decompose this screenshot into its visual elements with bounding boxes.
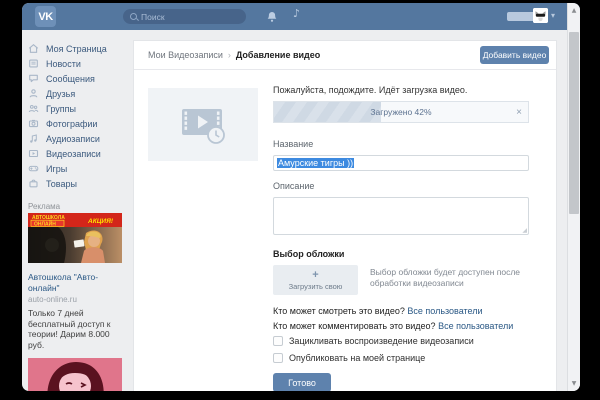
upload-progress-bar: Загружено 42% ×	[273, 101, 529, 123]
add-video-button[interactable]: Добавить видео	[480, 46, 549, 64]
bag-icon	[28, 178, 39, 189]
camera-icon	[28, 118, 39, 129]
music-note-icon	[28, 133, 39, 144]
description-textarea[interactable]: ◢	[273, 197, 529, 235]
news-icon	[28, 58, 39, 69]
publish-on-page-row: Опубликовать на моей странице	[273, 353, 425, 363]
title-label: Название	[273, 139, 313, 149]
breadcrumb-separator: ›	[228, 50, 231, 60]
search-icon	[130, 13, 137, 20]
title-input[interactable]: Амурские тигры ))	[273, 155, 529, 171]
ad-image-2[interactable]	[28, 358, 122, 391]
svg-text:ОНЛАЙН: ОНЛАЙН	[34, 219, 56, 227]
publish-on-page-checkbox[interactable]	[273, 353, 283, 363]
upload-wait-text: Пожалуйста, подождите. Идёт загрузка вид…	[273, 85, 467, 95]
browser-window: VK Поиск ♪ ▾ Моя Страница Новости	[22, 3, 580, 391]
search-placeholder: Поиск	[141, 12, 165, 22]
sidebar-item-messages[interactable]: Сообщения	[28, 71, 148, 86]
screen: VK Поиск ♪ ▾ Моя Страница Новости	[0, 0, 600, 400]
ad-url: auto-online.ru	[28, 295, 122, 304]
user-menu-chevron-icon[interactable]: ▾	[551, 11, 555, 20]
resize-handle-icon[interactable]: ◢	[522, 227, 527, 234]
description-label: Описание	[273, 181, 314, 191]
submit-button[interactable]: Готово	[273, 373, 331, 391]
panel-body: Пожалуйста, подождите. Идёт загрузка вид…	[134, 70, 556, 391]
friends-icon	[28, 88, 39, 99]
cancel-upload-icon[interactable]: ×	[516, 102, 522, 122]
groups-icon	[28, 103, 39, 114]
video-icon	[28, 148, 39, 159]
sidebar-item-my-page[interactable]: Моя Страница	[28, 41, 148, 56]
sidebar-item-news[interactable]: Новости	[28, 56, 148, 71]
scrollbar[interactable]: ▲ ▼	[567, 3, 580, 391]
video-thumbnail-placeholder	[148, 88, 258, 161]
cover-hint: Выбор обложки будет доступен после обраб…	[370, 267, 532, 289]
content-panel: Мои Видеозаписи › Добавление видео Добав…	[133, 40, 557, 391]
ad-title-link[interactable]: Автошкола "Авто-онлайн"	[28, 272, 122, 293]
sidebar-item-photos[interactable]: Фотографии	[28, 116, 148, 131]
plus-icon: +	[312, 270, 318, 280]
ad-block[interactable]: АВТОШКОЛА ОНЛАЙН АКЦИЯ! Автошкола "Авто-…	[28, 213, 122, 391]
loop-playback-checkbox[interactable]	[273, 336, 283, 346]
ads-header: Реклама	[28, 199, 148, 213]
sidebar-item-goods[interactable]: Товары	[28, 176, 148, 191]
panel-header: Мои Видеозаписи › Добавление видео Добав…	[134, 41, 556, 70]
film-processing-icon	[179, 105, 227, 145]
scrollbar-up-icon[interactable]: ▲	[568, 7, 580, 14]
messages-icon	[28, 73, 39, 84]
sidebar: Моя Страница Новости Сообщения Друзья Гр…	[28, 41, 148, 391]
privacy-view-row: Кто может смотреть это видео? Все пользо…	[273, 306, 483, 316]
breadcrumb-parent[interactable]: Мои Видеозаписи	[148, 50, 223, 60]
sidebar-item-audio[interactable]: Аудиозаписи	[28, 131, 148, 146]
scrollbar-down-icon[interactable]: ▼	[568, 380, 580, 387]
ad-banner-image[interactable]: АВТОШКОЛА ОНЛАЙН АКЦИЯ!	[28, 213, 122, 263]
notifications-bell-icon[interactable]	[266, 10, 278, 22]
avatar[interactable]	[533, 8, 548, 23]
title-input-selected-text: Амурские тигры ))	[277, 158, 354, 168]
svg-text:АКЦИЯ!: АКЦИЯ!	[87, 218, 114, 225]
topbar: VK Поиск ♪ ▾	[22, 3, 580, 30]
vk-logo[interactable]: VK	[35, 6, 56, 27]
home-icon	[28, 43, 39, 54]
cover-upload-button[interactable]: + Загрузить свою	[273, 265, 358, 295]
sidebar-item-games[interactable]: Игры	[28, 161, 148, 176]
privacy-comment-select[interactable]: Все пользователи	[438, 321, 513, 331]
music-icon[interactable]: ♪	[293, 7, 300, 20]
progress-label: Загружено 42%	[274, 102, 528, 122]
privacy-comment-row: Кто может комментировать это видео? Все …	[273, 321, 513, 331]
gamepad-icon	[28, 163, 39, 174]
privacy-view-select[interactable]: Все пользователи	[407, 306, 482, 316]
sidebar-item-groups[interactable]: Группы	[28, 101, 148, 116]
search-input[interactable]: Поиск	[123, 9, 246, 24]
scrollbar-thumb[interactable]	[569, 32, 579, 214]
breadcrumb-current: Добавление видео	[236, 50, 320, 60]
sidebar-item-video[interactable]: Видеозаписи	[28, 146, 148, 161]
loop-playback-row: Зацикливать воспроизведение видеозаписи	[273, 336, 474, 346]
cover-label: Выбор обложки	[273, 249, 344, 259]
ad-text: Только 7 дней бесплатный доступ к теории…	[28, 308, 122, 350]
sidebar-item-friends[interactable]: Друзья	[28, 86, 148, 101]
